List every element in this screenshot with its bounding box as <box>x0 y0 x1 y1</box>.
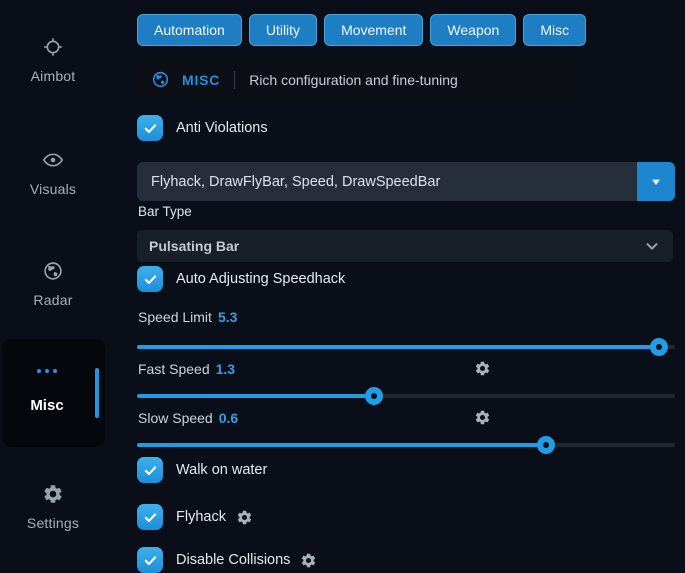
checkbox-checked-icon[interactable] <box>137 457 163 483</box>
sidebar-item-label: Radar <box>0 292 106 308</box>
slider-speed-limit[interactable] <box>137 338 675 356</box>
checkbox-anti-violations[interactable]: Anti Violations <box>137 115 268 141</box>
slider-label-speed-limit: Speed Limit5.3 <box>138 309 237 325</box>
sidebar-item-label: Visuals <box>0 181 106 197</box>
slider-label-slow-speed: Slow Speed0.6 <box>138 410 675 426</box>
gear-icon <box>42 483 64 505</box>
slider-fill <box>137 443 546 447</box>
triangle-down-icon <box>648 174 664 190</box>
checkbox-label: Auto Adjusting Speedhack <box>176 271 345 287</box>
checkbox-auto-adjusting-speedhack[interactable]: Auto Adjusting Speedhack <box>137 266 345 292</box>
slider-value: 0.6 <box>219 410 238 426</box>
category-tabs: Automation Utility Movement Weapon Misc <box>137 14 586 46</box>
tab-misc[interactable]: Misc <box>523 14 586 46</box>
select-value: Pulsating Bar <box>149 238 239 254</box>
checkbox-checked-icon[interactable] <box>137 115 163 141</box>
gear-icon[interactable] <box>236 509 253 526</box>
tab-automation[interactable]: Automation <box>137 14 242 46</box>
sidebar-item-visuals[interactable]: Visuals <box>0 149 106 197</box>
main-panel: Automation Utility Movement Weapon Misc … <box>137 0 675 563</box>
checkbox-checked-icon[interactable] <box>137 266 163 292</box>
globe-icon <box>151 70 170 89</box>
sidebar-item-aimbot[interactable]: Aimbot <box>0 36 106 84</box>
checkbox-checked-icon[interactable] <box>137 504 163 530</box>
slider-thumb[interactable] <box>537 436 555 454</box>
checkbox-flyhack[interactable]: Flyhack <box>137 504 253 530</box>
checkbox-label: Flyhack <box>176 509 226 525</box>
slider-fast-speed[interactable] <box>137 387 675 405</box>
sidebar-item-misc[interactable]: Misc <box>2 339 105 447</box>
section-title: MISC <box>182 72 220 88</box>
sidebar-item-label: Aimbot <box>0 68 106 84</box>
sidebar: Aimbot Visuals Radar Misc <box>0 0 130 563</box>
checkbox-label: Walk on water <box>176 462 267 478</box>
slider-fill <box>137 345 659 349</box>
gear-icon[interactable] <box>474 409 491 426</box>
tab-weapon[interactable]: Weapon <box>430 14 516 46</box>
checkbox-walk-on-water[interactable]: Walk on water <box>137 457 267 483</box>
tab-utility[interactable]: Utility <box>249 14 317 46</box>
sidebar-item-label: Misc <box>2 397 92 414</box>
multiselect-dropdown-button[interactable] <box>637 162 675 201</box>
eye-icon <box>42 149 64 171</box>
divider <box>234 71 235 89</box>
bar-type-label: Bar Type <box>138 204 192 219</box>
active-indicator <box>95 368 99 418</box>
chevron-down-icon <box>643 237 661 255</box>
gear-icon[interactable] <box>474 360 491 377</box>
gear-icon[interactable] <box>300 552 317 569</box>
bar-type-select[interactable]: Pulsating Bar <box>137 230 673 262</box>
section-description: Rich configuration and fine-tuning <box>249 72 458 88</box>
sidebar-item-settings[interactable]: Settings <box>0 483 106 531</box>
tab-movement[interactable]: Movement <box>324 14 423 46</box>
checkbox-checked-icon[interactable] <box>137 547 163 573</box>
slider-label-fast-speed: Fast Speed1.3 <box>138 361 675 377</box>
crosshair-icon <box>42 36 64 58</box>
multiselect-value: Flyhack, DrawFlyBar, Speed, DrawSpeedBar <box>137 174 637 190</box>
globe-icon <box>42 260 64 282</box>
checkbox-label: Disable Collisions <box>176 552 290 568</box>
checkbox-label: Anti Violations <box>176 120 268 136</box>
sidebar-item-radar[interactable]: Radar <box>0 260 106 308</box>
slider-value: 1.3 <box>216 361 235 377</box>
bar-multiselect[interactable]: Flyhack, DrawFlyBar, Speed, DrawSpeedBar <box>137 162 675 201</box>
section-header: MISC Rich configuration and fine-tuning <box>137 60 575 99</box>
slider-fill <box>137 394 374 398</box>
slider-thumb[interactable] <box>650 338 668 356</box>
slider-value: 5.3 <box>218 309 237 325</box>
sidebar-item-label: Settings <box>0 515 106 531</box>
ellipsis-icon <box>2 369 92 373</box>
slider-thumb[interactable] <box>365 387 383 405</box>
slider-slow-speed[interactable] <box>137 436 675 454</box>
checkbox-disable-collisions[interactable]: Disable Collisions <box>137 547 317 573</box>
